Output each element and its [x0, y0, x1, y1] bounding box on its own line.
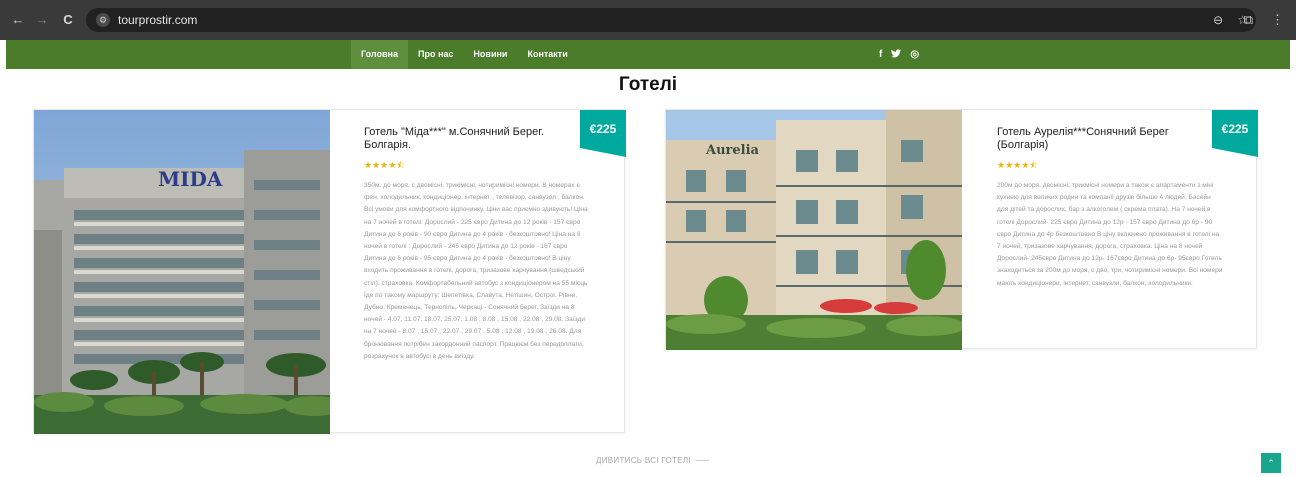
hotel-info: Готель Аурелія***Сонячний Берег (Болгарі… [997, 126, 1223, 290]
menu-item-news[interactable]: Новини [463, 40, 517, 69]
hotel-info: Готель "Міда***" м.Сонячний Берег. Болга… [364, 126, 590, 363]
hotel-photo[interactable]: MIDA [34, 110, 330, 434]
hotel-card[interactable]: Aurelia Готель Аурелія***Сонячний Берег … [665, 109, 1258, 350]
back-icon[interactable]: ← [8, 12, 28, 27]
facebook-icon[interactable]: f [879, 49, 882, 60]
rating-stars: ★★★★⯪ [364, 160, 405, 170]
scroll-to-top-button[interactable]: ⌃ [1261, 453, 1281, 473]
forward-icon[interactable]: → [32, 12, 52, 27]
url-text[interactable]: tourprostir.com [118, 13, 197, 27]
hotel-name[interactable]: Готель Аурелія***Сонячний Берег (Болгарі… [997, 126, 1223, 152]
menu-item-home[interactable]: Головна [351, 40, 408, 69]
extension-area: ⧉ ⋮ [1244, 12, 1284, 28]
see-all-hotels-link[interactable]: ДИВИТИСЬ ВСІ ГОТЕЛІ [596, 456, 709, 465]
menu-item-contacts[interactable]: Контакти [517, 40, 577, 69]
hotel-sign: Aurelia [705, 143, 760, 158]
hotel-description: 350м. до моря, с двомісні, трикімісні, ч… [364, 182, 588, 360]
see-all-line [694, 460, 709, 462]
twitter-icon[interactable] [891, 48, 902, 61]
main-menu: Головна Про нас Новини Контакти [351, 40, 578, 69]
browser-menu-icon[interactable]: ⋮ [1271, 12, 1284, 28]
menu-item-about[interactable]: Про нас [408, 40, 463, 69]
instagram-icon[interactable]: ◎ [910, 49, 919, 60]
page-title: Готелі [618, 74, 678, 95]
site-navbar: Головна Про нас Новини Контакти f ◎ [6, 40, 1290, 69]
price-badge: €225 [580, 110, 626, 157]
browser-toolbar: ← → C ⚙ tourprostir.com ⊖ ☆ ⧉ ⋮ [0, 0, 1296, 40]
hotel-photo[interactable]: Aurelia [666, 110, 962, 350]
extensions-icon[interactable]: ⧉ [1244, 12, 1253, 28]
social-links: f ◎ [879, 40, 919, 69]
reload-icon[interactable]: C [58, 12, 78, 27]
price-badge: €225 [1212, 110, 1258, 157]
see-all-label[interactable]: ДИВИТИСЬ ВСІ ГОТЕЛІ [596, 456, 691, 465]
zoom-icon[interactable]: ⊖ [1213, 13, 1223, 27]
site-settings-icon[interactable]: ⚙ [96, 13, 110, 27]
hotel-card[interactable]: MIDA Готель "Міда***" м.Сонячний Берег. … [33, 109, 626, 434]
address-bar[interactable]: ⚙ tourprostir.com ⊖ ☆ [86, 8, 1256, 32]
hotel-description: 200м до моря, двомісні, трикмісні номери… [997, 182, 1223, 287]
rating-stars: ★★★★⯪ [997, 160, 1038, 170]
hotel-sign: MIDA [158, 167, 223, 191]
hotel-name[interactable]: Готель "Міда***" м.Сонячний Берег. Болга… [364, 126, 590, 152]
